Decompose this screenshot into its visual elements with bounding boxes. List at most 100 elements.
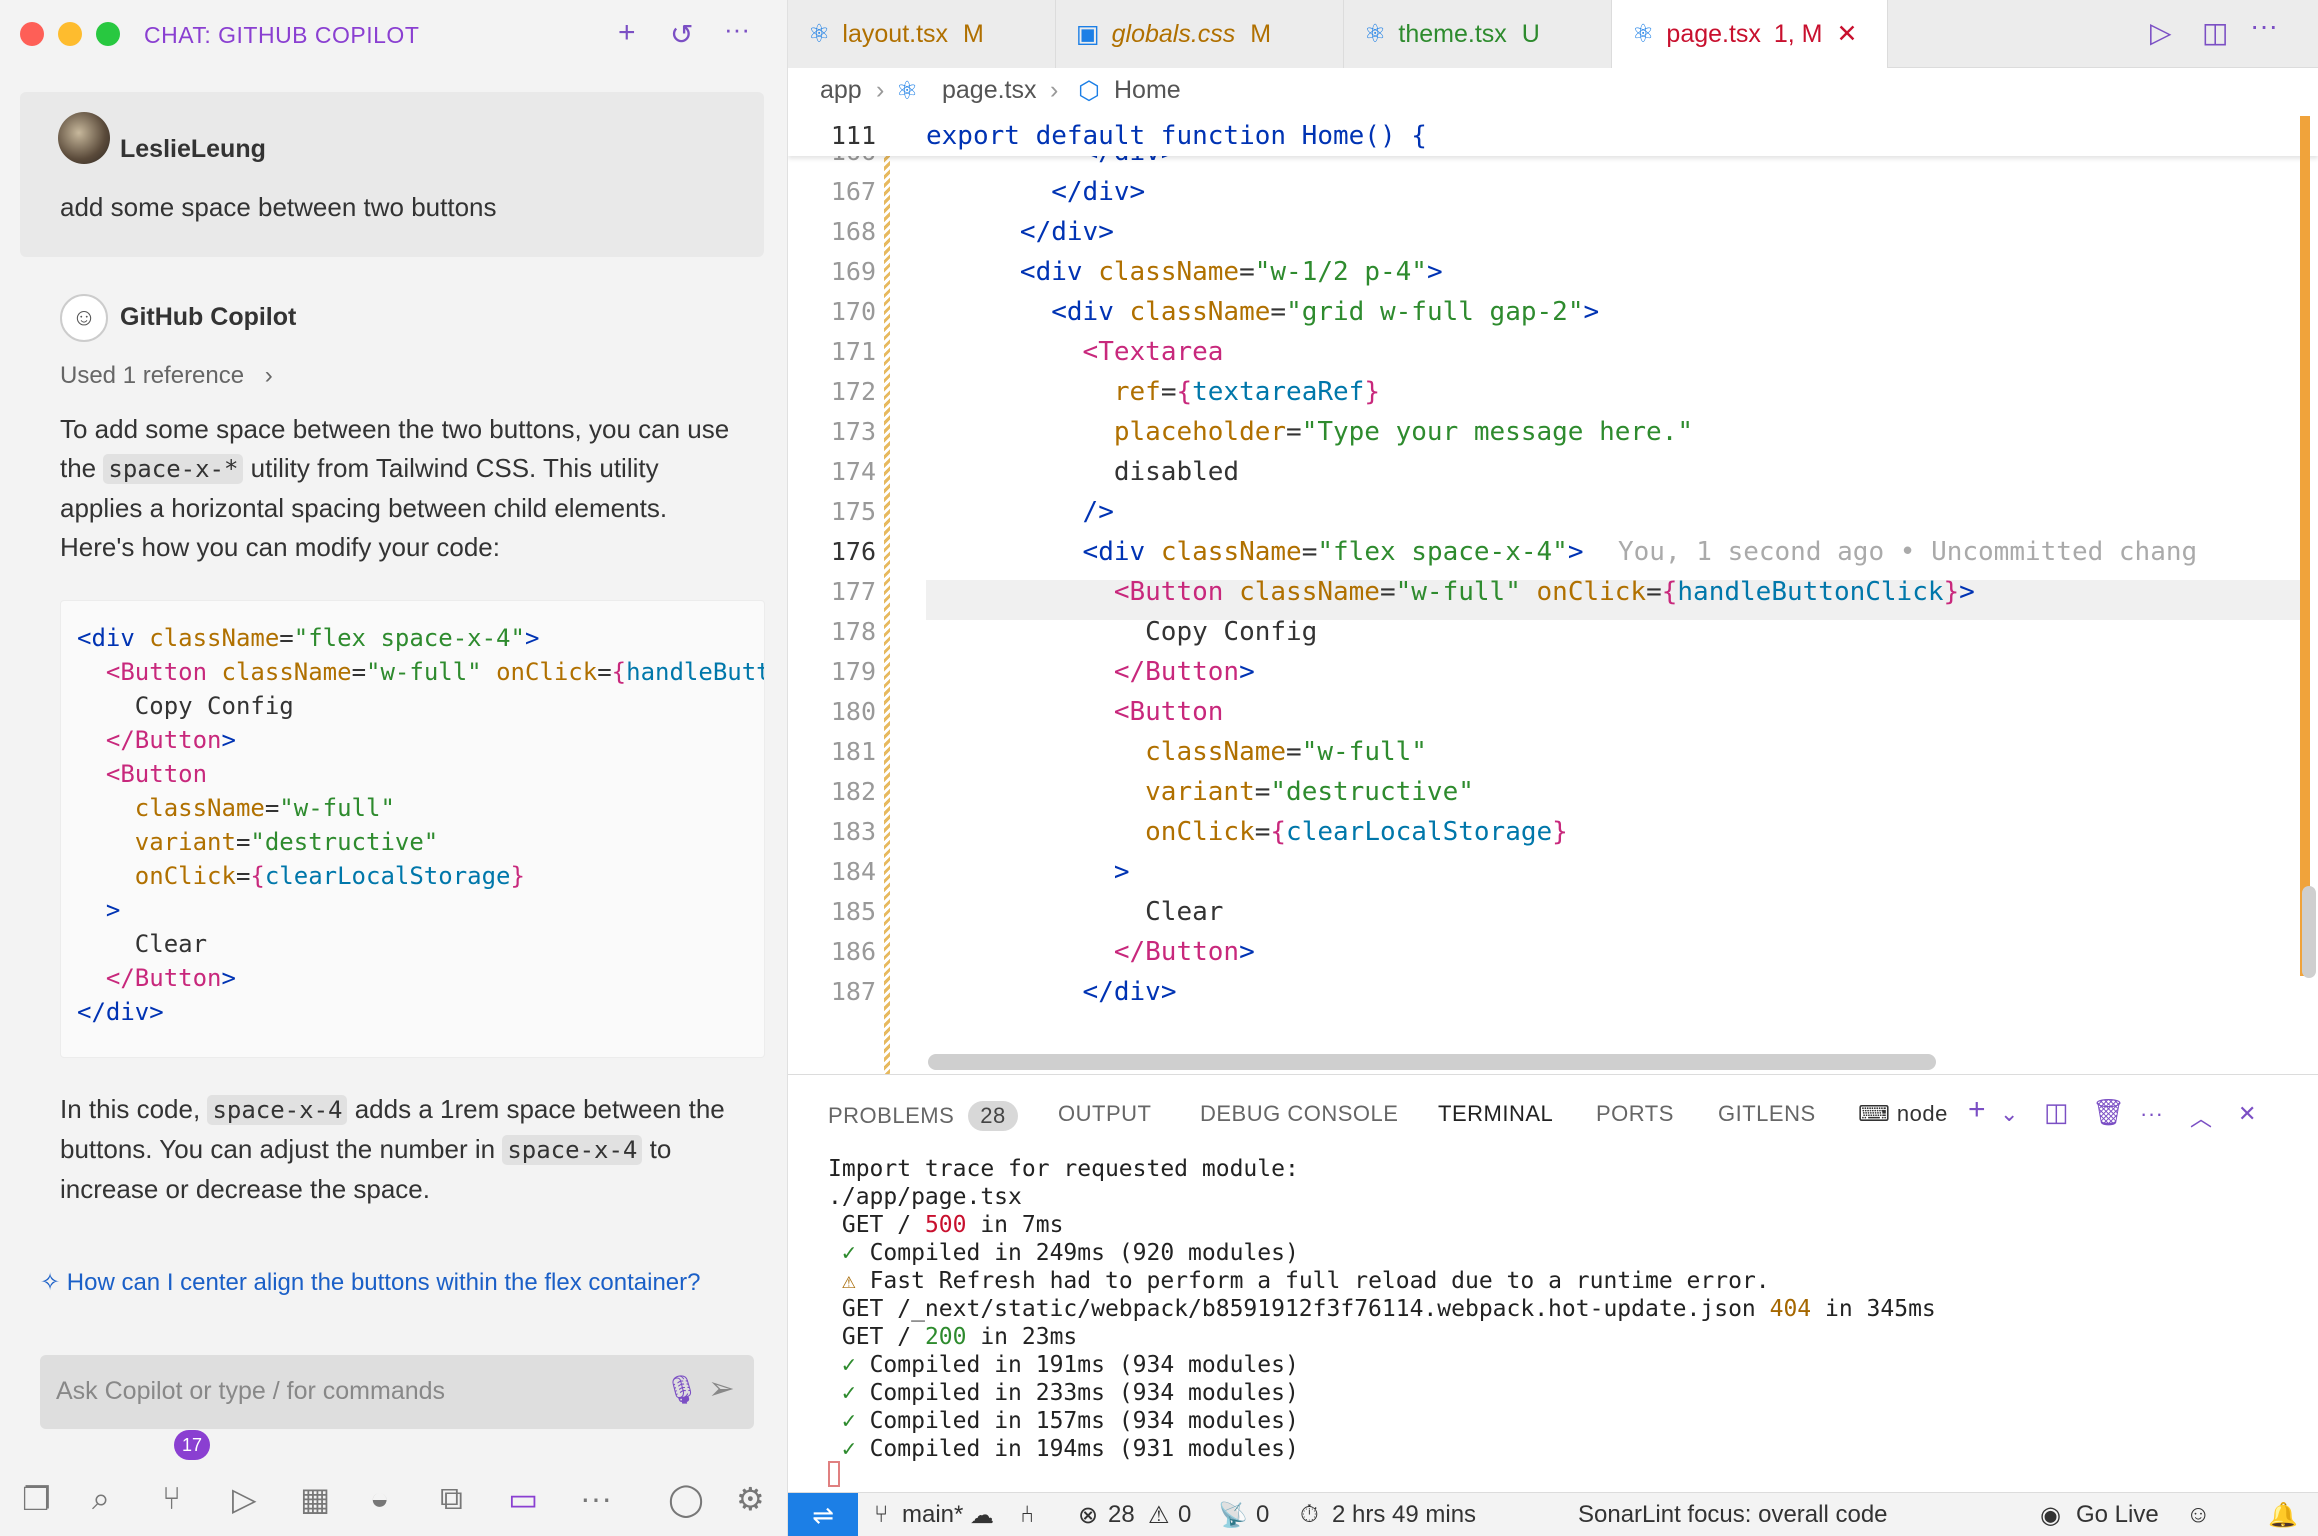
explorer-icon[interactable]: ❐ [22,1480,51,1518]
code-line[interactable]: 183 onClick={clearLocalStorage} [788,812,2318,852]
breadcrumb-symbol[interactable]: Home [1114,76,1181,105]
code-line[interactable]: 174 disabled [788,452,2318,492]
code-line[interactable]: 170 <div className="grid w-full gap-2"> [788,292,2318,332]
code-block[interactable]: <div className="flex space-x-4"> <Button… [60,600,765,1058]
run-icon[interactable]: ▷ [2150,16,2172,49]
breadcrumb: app › ⚛ page.tsx › ⬡ Home [788,68,2318,116]
code-line[interactable]: 180 <Button [788,692,2318,732]
code-line[interactable]: 178 Copy Config [788,612,2318,652]
tab-page[interactable]: ⚛ page.tsx 1, M ✕ [1612,0,1888,68]
code-line[interactable]: 173 placeholder="Type your message here.… [788,412,2318,452]
time-tracker[interactable]: 2 hrs 49 mins [1332,1501,1476,1529]
terminal-output[interactable]: Import trace for requested module: ./app… [828,1155,1936,1463]
history-icon[interactable]: ↺ [670,18,693,51]
split-terminal-icon[interactable]: ◫ [2044,1097,2069,1128]
code-line[interactable]: 172 ref={textareaRef} [788,372,2318,412]
line-text: placeholder="Type your message here." [1113,417,1694,447]
run-debug-icon[interactable]: ▷ [232,1480,257,1518]
chat-icon[interactable]: ▭ [508,1480,538,1518]
line-number: 167 [830,177,876,206]
code-line[interactable]: 177 <Button className="w-full" onClick={… [788,572,2318,612]
maximize-panel-icon[interactable]: ︿ [2190,1101,2213,1133]
settings-gear-icon[interactable]: ⚙ [736,1480,765,1518]
code-line[interactable]: 182 variant="destructive" [788,772,2318,812]
terminal-selector[interactable]: ⌨ node [1858,1101,1948,1127]
code-line[interactable]: 181 className="w-full" [788,732,2318,772]
copilot-status-icon[interactable]: ☺ [2186,1501,2211,1529]
line-number: 184 [830,857,876,886]
chat-input[interactable]: Ask Copilot or type / for commands 🎙 ➢ [40,1355,754,1429]
more-icon[interactable]: ··· [2250,10,2278,42]
tab-output[interactable]: OUTPUT [1058,1101,1151,1127]
close-window-button[interactable] [20,22,44,46]
search-icon[interactable]: ⌕ [92,1480,110,1518]
code-line[interactable]: 179 </Button> [788,652,2318,692]
response-paragraph-2: In this code, space-x-4 adds a 1rem spac… [60,1090,740,1209]
line-number: 187 [830,977,876,1006]
tab-label: globals.css [1111,20,1236,48]
send-icon[interactable]: ➢ [708,1369,735,1407]
microphone-icon[interactable]: 🎙 [664,1373,700,1406]
code-line[interactable]: 185 Clear [788,892,2318,932]
close-icon[interactable]: ✕ [1837,20,1858,48]
sonarlint-focus[interactable]: SonarLint focus: overall code [1578,1501,1888,1529]
close-panel-icon[interactable]: ✕ [2238,1101,2257,1127]
vertical-scrollbar[interactable] [2302,886,2316,978]
branch-name[interactable]: main* [902,1501,963,1529]
line-number: 183 [830,817,876,846]
line-text: <div className="grid w-full gap-2"> [1051,297,1600,327]
docker-icon[interactable]: ◒ [370,1480,389,1517]
code-line[interactable]: 186 </Button> [788,932,2318,972]
bottom-panel: PROBLEMS 28 OUTPUT DEBUG CONSOLE TERMINAL… [788,1074,2318,1492]
trash-icon[interactable]: 🗑 [2092,1097,2126,1128]
code-line[interactable]: 184 > [788,852,2318,892]
account-icon[interactable]: ◯ [668,1480,704,1518]
new-terminal-icon[interactable]: + [1968,1093,1986,1127]
remote-indicator[interactable]: ⇌ [788,1493,858,1536]
tab-terminal[interactable]: TERMINAL [1438,1101,1553,1127]
go-live-button[interactable]: Go Live [2076,1501,2159,1529]
code-line[interactable]: 187 </div> [788,972,2318,1012]
scm-badge: 17 [174,1430,210,1460]
more-views-icon[interactable]: ··· [580,1480,612,1517]
tab-layout[interactable]: ⚛ layout.tsx M [788,0,1056,68]
tab-theme[interactable]: ⚛ theme.tsx U [1344,0,1612,68]
code-line[interactable]: 176 <div className="flex space-x-4"> You,… [788,532,2318,572]
more-icon[interactable]: ··· [2140,1101,2163,1127]
tab-ports[interactable]: PORTS [1596,1101,1674,1127]
sticky-scroll-header[interactable]: 111 export default function Home() { [788,116,2318,156]
warning-count[interactable]: 0 [1178,1501,1191,1529]
error-count[interactable]: 28 [1108,1501,1135,1529]
breadcrumb-file[interactable]: page.tsx [942,76,1037,105]
code-editor[interactable]: 165 <Button onClick={addCard}>Add Channe… [788,116,2318,1074]
react-icon: ⚛ [1632,20,1655,48]
react-icon: ⚛ [808,20,831,48]
code-line[interactable]: 167 </div> [788,172,2318,212]
response-paragraph-1: To add some space between the two button… [60,410,740,567]
sync-icon[interactable]: ☁ [970,1501,994,1530]
tab-gitlens[interactable]: GITLENS [1718,1101,1816,1127]
code-line[interactable]: 171 <Textarea [788,332,2318,372]
minimize-window-button[interactable] [58,22,82,46]
bell-icon[interactable]: 🔔 [2268,1501,2298,1530]
source-control-icon[interactable]: ⑂ [162,1480,181,1517]
new-chat-icon[interactable]: + [618,16,636,50]
code-line[interactable]: 175 /> [788,492,2318,532]
code-line[interactable]: 168 </div> [788,212,2318,252]
more-icon[interactable]: ··· [724,14,750,45]
chevron-down-icon[interactable]: ⌄ [2000,1101,2019,1127]
split-editor-icon[interactable]: ◫ [2202,16,2228,49]
breadcrumb-folder[interactable]: app [820,76,862,105]
remote-explorer-icon[interactable]: ⧉ [440,1480,463,1518]
tab-globals[interactable]: ▣ globals.css M [1056,0,1344,68]
tab-debug-console[interactable]: DEBUG CONSOLE [1200,1101,1398,1127]
used-reference-toggle[interactable]: Used 1 reference › [60,362,273,390]
horizontal-scrollbar[interactable] [928,1054,1936,1070]
tab-problems[interactable]: PROBLEMS 28 [828,1101,1018,1131]
extensions-icon[interactable]: ▦ [300,1480,330,1518]
zoom-window-button[interactable] [96,22,120,46]
git-graph-icon[interactable]: ⑃ [1020,1501,1034,1529]
ports-count[interactable]: 0 [1256,1501,1269,1529]
followup-suggestion[interactable]: ✧ How can I center align the buttons wit… [40,1265,740,1301]
code-line[interactable]: 169 <div className="w-1/2 p-4"> [788,252,2318,292]
